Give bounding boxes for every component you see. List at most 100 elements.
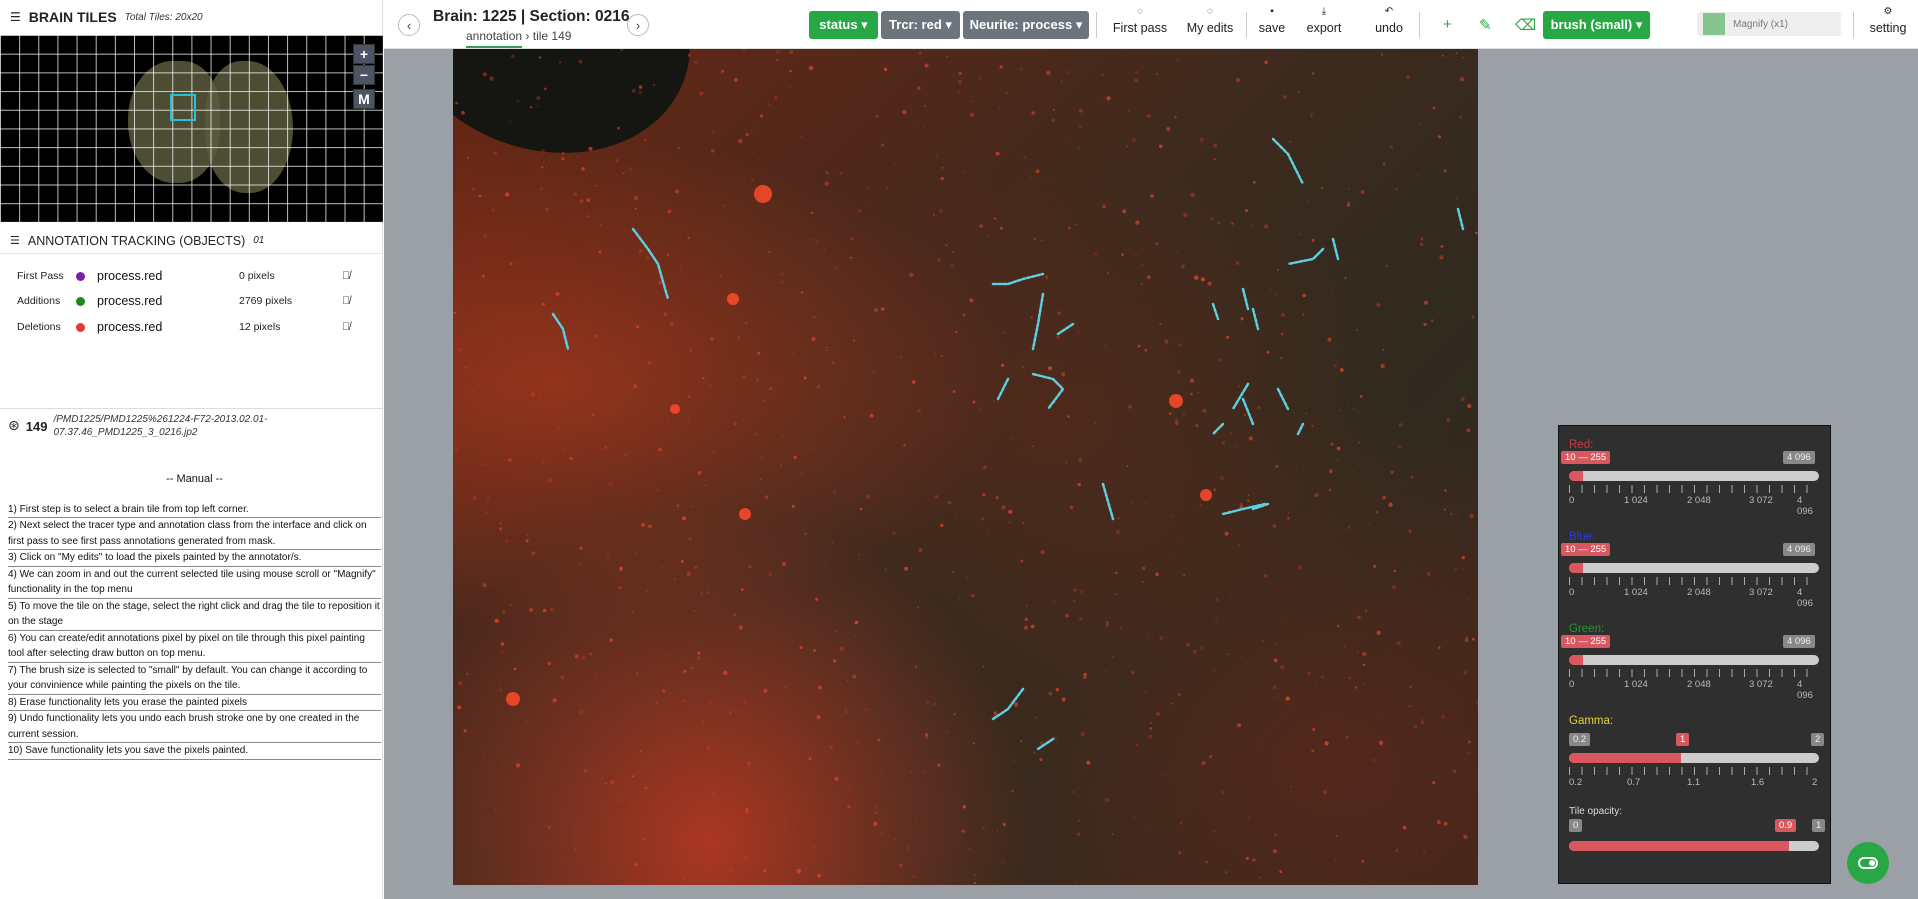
tick-label: 4 096 xyxy=(1797,679,1813,701)
annotation-color-dot xyxy=(76,322,85,332)
tick-label: 3 072 xyxy=(1749,587,1773,598)
minimap-selected-tile[interactable] xyxy=(170,94,196,121)
manual-list: 1) First step is to select a brain tile … xyxy=(8,502,381,760)
breadcrumb-annotation[interactable]: annotation xyxy=(466,29,523,48)
plus-icon[interactable]: + xyxy=(1443,16,1452,33)
green-ticks xyxy=(1569,669,1819,677)
red-range-value: 10 — 255 xyxy=(1561,451,1611,464)
tick-label: 1.1 xyxy=(1687,777,1701,788)
eye-slash-icon[interactable]: 👁̸ xyxy=(342,321,350,333)
manual-step: 6) You can create/edit annotations pixel… xyxy=(8,631,381,663)
page-title: Brain: 1225 | Section: 0216 xyxy=(433,8,630,25)
manual-step: 2) Next select the tracer type and annot… xyxy=(8,518,381,550)
undo-label: undo xyxy=(1375,21,1403,35)
prev-tile-button[interactable]: ‹ xyxy=(398,14,420,36)
brain-icon: ⊛ xyxy=(8,417,20,433)
gamma-ticks xyxy=(1569,767,1819,775)
breadcrumb: annotation › tile 149 xyxy=(466,29,572,48)
status-dropdown[interactable]: status ▾ xyxy=(809,11,878,39)
setting-label: setting xyxy=(1869,21,1907,35)
toggle-button[interactable] xyxy=(1847,842,1889,884)
annotation-row-first-pass[interactable]: First Pass process.red 0 pixels 👁̸ xyxy=(0,264,383,288)
annotation-row-deletions[interactable]: Deletions process.red 12 pixels 👁̸ xyxy=(0,315,383,339)
brain-tile-image[interactable] xyxy=(453,49,1478,885)
minimap-grid[interactable] xyxy=(0,35,383,222)
manual-step: 1) First step is to select a brain tile … xyxy=(8,502,381,518)
magnify-swatch xyxy=(1703,13,1725,35)
first-pass-button[interactable]: ◌ First pass xyxy=(1111,6,1169,35)
annotation-traces xyxy=(551,137,1465,751)
eye-slash-icon[interactable]: 👁̸ xyxy=(342,270,350,282)
eye-slash-icon[interactable]: 👁̸ xyxy=(342,295,350,307)
tick-label: 2 xyxy=(1812,777,1818,788)
tick-label: 2 048 xyxy=(1687,679,1711,690)
red-track[interactable] xyxy=(1569,471,1819,481)
brain-tiles-title: BRAIN TILES xyxy=(28,9,117,25)
undo-icon: ↶ xyxy=(1384,6,1394,17)
toolbar-divider xyxy=(1853,12,1854,38)
mode-button[interactable]: M xyxy=(353,89,375,109)
green-label: Green: xyxy=(1569,623,1605,635)
setting-button[interactable]: ⚙ setting xyxy=(1867,6,1909,35)
tick-label: 0.2 xyxy=(1569,777,1583,788)
tick-label: 1.6 xyxy=(1751,777,1765,788)
annotation-row-additions[interactable]: Additions process.red 2769 pixels 👁̸ xyxy=(0,289,383,313)
brush-dropdown[interactable]: brush (small) ▾ xyxy=(1543,11,1650,39)
green-range-value: 10 — 255 xyxy=(1561,635,1611,648)
neurite-dropdown[interactable]: Neurite: process ▾ xyxy=(963,11,1089,39)
annotation-pixels: 12 pixels xyxy=(239,321,281,333)
eraser-icon[interactable]: ⌫ xyxy=(1515,16,1536,34)
left-sidebar: ☰ BRAIN TILES Total Tiles: 20x20 + − M ☰… xyxy=(0,0,383,899)
save-button[interactable]: ▪ save xyxy=(1256,6,1288,35)
tick-label: 0 xyxy=(1569,587,1575,598)
opacity-track[interactable] xyxy=(1569,841,1819,851)
annotation-label: First Pass xyxy=(17,270,64,282)
magnify-control[interactable]: Magnify (x1) xyxy=(1697,12,1841,36)
next-tile-button[interactable]: › xyxy=(627,14,649,36)
pencil-icon[interactable]: ✎ xyxy=(1479,16,1492,34)
annotation-label: Deletions xyxy=(17,321,61,333)
tick-label: 0.7 xyxy=(1627,777,1641,788)
manual-step: 8) Erase functionality lets you erase th… xyxy=(8,695,381,711)
manual-step: 9) Undo functionality lets you undo each… xyxy=(8,711,381,743)
annotation-tracking-header: ☰ ANNOTATION TRACKING (OBJECTS) 01 xyxy=(0,228,383,254)
manual-step: 10) Save functionality lets you save the… xyxy=(8,743,381,760)
annotation-class: process.red xyxy=(97,294,163,308)
annotation-color-dot xyxy=(76,296,85,306)
breadcrumb-tile[interactable]: tile 149 xyxy=(533,29,572,43)
my-edits-button[interactable]: ◌ My edits xyxy=(1184,6,1236,35)
opacity-max: 1 xyxy=(1812,819,1826,832)
green-track[interactable] xyxy=(1569,655,1819,665)
zoom-out-button[interactable]: − xyxy=(353,65,375,85)
undo-button[interactable]: ↶ undo xyxy=(1373,6,1405,35)
save-label: save xyxy=(1258,21,1286,35)
save-icon: ▪ xyxy=(1270,6,1274,17)
blue-ticks xyxy=(1569,577,1819,585)
red-max-value: 4 096 xyxy=(1783,451,1815,464)
manual: -- Manual -- 1) First step is to select … xyxy=(8,472,381,760)
tracer-dropdown[interactable]: Trcr: red ▾ xyxy=(881,11,960,39)
annotation-class: process.red xyxy=(97,269,163,283)
export-button[interactable]: ⤓ export xyxy=(1303,6,1345,35)
manual-step: 5) To move the tile on the stage, select… xyxy=(8,599,381,631)
gamma-label: Gamma: xyxy=(1569,715,1614,727)
channel-adjust-panel: Red: 10 — 255 4 096 0 1 024 2 048 3 072 … xyxy=(1558,425,1831,884)
tick-label: 0 xyxy=(1569,495,1575,506)
gear-icon: ⚙ xyxy=(1883,6,1893,17)
annotation-pixels: 2769 pixels xyxy=(239,295,293,307)
tile-number: 149 xyxy=(25,419,48,434)
tick-label: 1 024 xyxy=(1624,495,1648,506)
tick-label: 0 xyxy=(1569,679,1575,690)
gamma-track[interactable] xyxy=(1569,753,1819,763)
breadcrumb-separator: › xyxy=(525,29,530,43)
tick-label: 1 024 xyxy=(1624,679,1648,690)
blue-track[interactable] xyxy=(1569,563,1819,573)
tick-label: 2 048 xyxy=(1687,495,1711,506)
annotation-class: process.red xyxy=(97,320,163,334)
total-tiles-label: Total Tiles: 20x20 xyxy=(124,11,203,23)
magnify-label: Magnify (x1) xyxy=(1733,18,1789,30)
manual-step: 4) We can zoom in and out the current se… xyxy=(8,567,381,599)
tile-minimap[interactable]: + − M xyxy=(0,35,383,222)
zoom-in-button[interactable]: + xyxy=(353,44,375,64)
layers-icon: ☰ xyxy=(10,235,20,247)
